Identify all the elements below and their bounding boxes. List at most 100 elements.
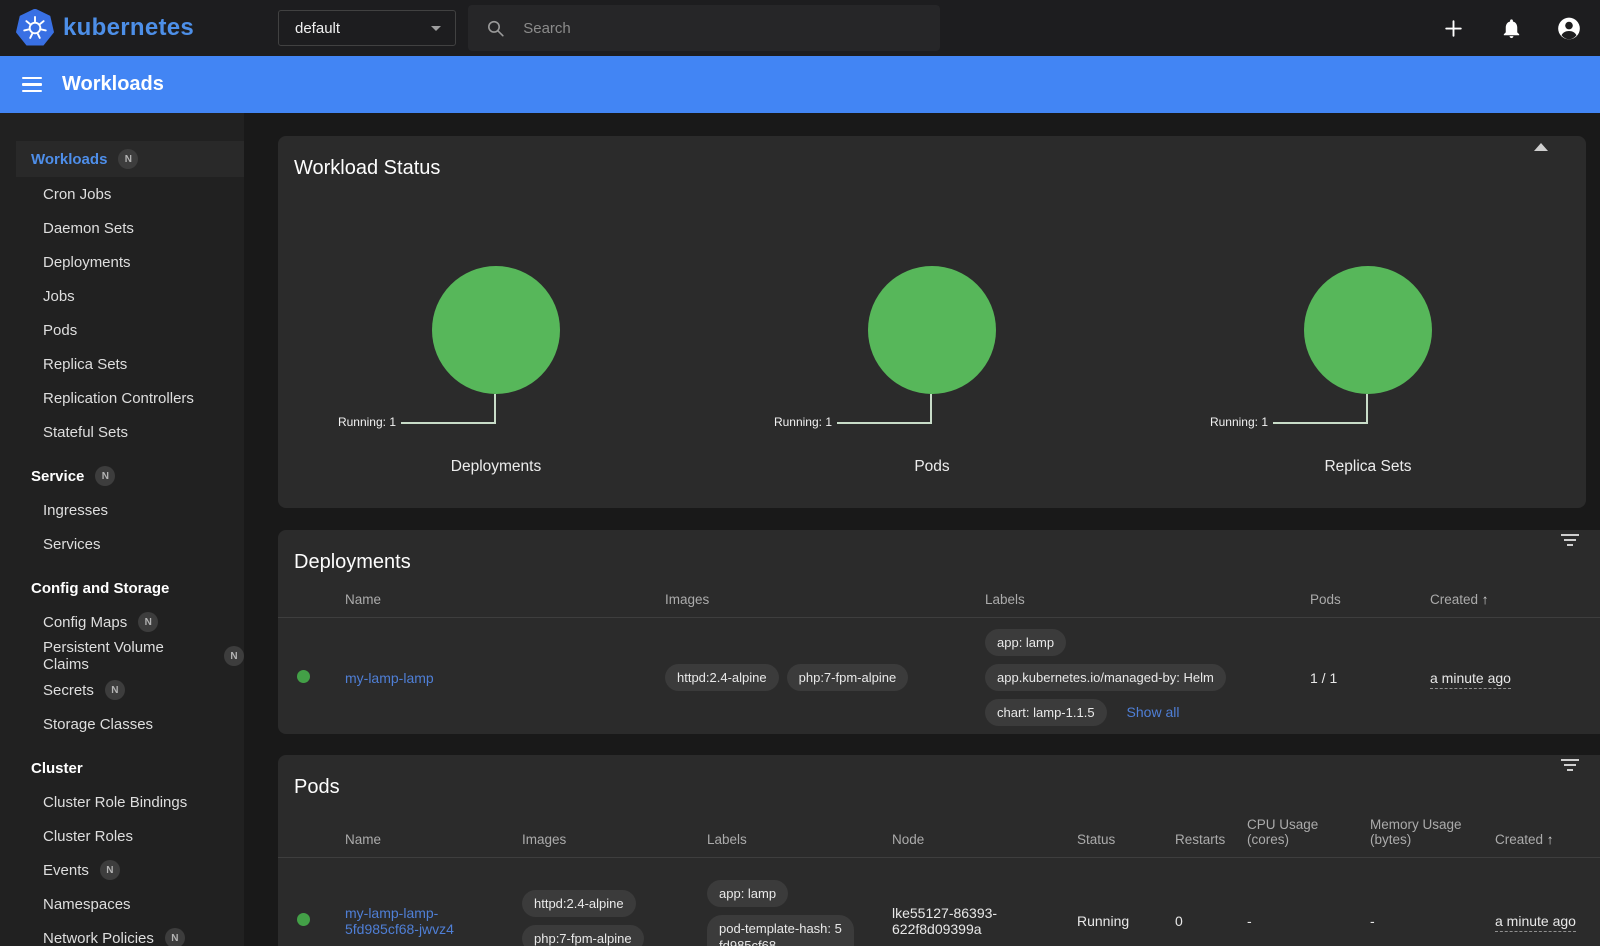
deployments-table-header: NameImagesLabelsPodsCreated ↑ xyxy=(278,586,1600,618)
sidebar-item-cluster-roles[interactable]: Cluster Roles xyxy=(0,819,244,853)
status-cell: Running xyxy=(1062,858,1160,946)
sidebar-item-label: Cluster Role Bindings xyxy=(43,794,187,811)
cpu-usage-cell: - xyxy=(1232,858,1355,946)
sidebar-item-label: Workloads xyxy=(31,151,107,168)
node-cell: lke55127-86393-622f8d09399a xyxy=(877,858,1062,946)
images-cell: httpd:2.4-alpinephp:7-fpm-alpine xyxy=(507,858,692,946)
account-button[interactable] xyxy=(1556,15,1582,41)
sidebar-item-services[interactable]: Services xyxy=(0,527,244,561)
chart-annotation-label: Running: 1 xyxy=(1210,415,1268,429)
main-content: Workload Status Running: 1Deployments Run… xyxy=(244,113,1600,946)
pod-name-link[interactable]: my-lamp-lamp-5fd985cf68-jwvz4 xyxy=(345,905,454,937)
search-icon xyxy=(486,18,505,39)
sidebar-item-label: Events xyxy=(43,862,89,879)
column-header-created[interactable]: Created ↑ xyxy=(1480,811,1600,858)
sidebar-item-network-policies[interactable]: Network PoliciesN xyxy=(0,921,244,946)
created-cell: a minute ago xyxy=(1415,618,1600,738)
workload-chart-deployments: Running: 1Deployments xyxy=(278,266,714,476)
filter-icon xyxy=(1561,759,1579,761)
sidebar-item-stateful-sets[interactable]: Stateful Sets xyxy=(0,415,244,449)
sidebar-item-secrets[interactable]: SecretsN xyxy=(0,673,244,707)
column-header-name[interactable]: Name xyxy=(330,586,650,618)
sidebar-item-pods[interactable]: Pods xyxy=(0,313,244,347)
new-badge: N xyxy=(224,646,244,666)
column-header-labels[interactable]: Labels xyxy=(692,811,877,858)
pie-chart xyxy=(868,266,996,394)
sidebar-item-label: Cron Jobs xyxy=(43,186,111,203)
sidebar-item-replica-sets[interactable]: Replica Sets xyxy=(0,347,244,381)
sidebar-item-events[interactable]: Events N xyxy=(0,853,244,887)
brand-name: kubernetes xyxy=(63,14,194,42)
sidebar-item-cluster[interactable]: Cluster xyxy=(0,751,244,785)
bell-icon xyxy=(1500,17,1523,40)
column-header-memory-usage-bytes[interactable]: Memory Usage (bytes) xyxy=(1355,811,1480,858)
label-chip: httpd:2.4-alpine xyxy=(665,664,779,691)
pie-chart xyxy=(432,266,560,394)
column-header-labels[interactable]: Labels xyxy=(970,586,1295,618)
workload-status-card: Workload Status Running: 1Deployments Run… xyxy=(278,136,1586,508)
chart-annotation: Running: 1 xyxy=(1150,394,1586,424)
sidebar-item-daemon-sets[interactable]: Daemon Sets xyxy=(0,211,244,245)
workload-status-title: Workload Status xyxy=(294,157,440,179)
column-header-created[interactable]: Created ↑ xyxy=(1415,586,1600,618)
search-input[interactable] xyxy=(523,20,924,37)
collapse-card-button[interactable] xyxy=(1534,143,1548,151)
notifications-button[interactable] xyxy=(1498,15,1524,41)
sidebar-item-jobs[interactable]: Jobs xyxy=(0,279,244,313)
filter-button[interactable] xyxy=(1560,534,1580,549)
workload-chart-replica-sets: Running: 1 Replica Sets xyxy=(1150,266,1586,476)
pods-title: Pods xyxy=(294,776,340,798)
leader-line xyxy=(837,394,932,424)
chart-annotation-label: Running: 1 xyxy=(774,415,832,429)
sidebar-item-config-and-storage[interactable]: Config and Storage xyxy=(0,571,244,605)
column-header-status[interactable]: Status xyxy=(1062,811,1160,858)
namespace-select[interactable]: default xyxy=(278,10,456,46)
sidebar-item-storage-classes[interactable]: Storage Classes xyxy=(0,707,244,741)
sidebar-item-workloads[interactable]: WorkloadsN xyxy=(16,141,244,177)
sidebar-item-ingresses[interactable]: Ingresses xyxy=(0,493,244,527)
column-header-name[interactable]: Name xyxy=(330,811,507,858)
topbar-actions xyxy=(1440,0,1582,56)
new-badge: N xyxy=(100,860,120,880)
sidebar-item-replication-controllers[interactable]: Replication Controllers xyxy=(0,381,244,415)
top-app-bar: kubernetes default xyxy=(0,0,1600,56)
column-header-images[interactable]: Images xyxy=(507,811,692,858)
label-chip: chart: lamp-1.1.5 xyxy=(985,699,1107,726)
column-header-node[interactable]: Node xyxy=(877,811,1062,858)
sidebar-item-config-maps[interactable]: Config MapsN xyxy=(0,605,244,639)
leader-line xyxy=(401,394,496,424)
column-header-images[interactable]: Images xyxy=(650,586,970,618)
deployment-name-cell: my-lamp-lamp xyxy=(330,618,650,738)
column-header-restarts[interactable]: Restarts xyxy=(1160,811,1232,858)
page-app-bar: Workloads xyxy=(0,56,1600,113)
column-header-cpu-usage-cores[interactable]: CPU Usage (cores) xyxy=(1232,811,1355,858)
sidebar-item-namespaces[interactable]: Namespaces xyxy=(0,887,244,921)
leader-line xyxy=(1273,394,1368,424)
show-all-link[interactable]: Show all xyxy=(1127,704,1180,720)
label-line: app.kubernetes.io/managed-by: Helm xyxy=(985,661,1280,694)
column-header-pods[interactable]: Pods xyxy=(1295,586,1415,618)
create-button[interactable] xyxy=(1440,15,1466,41)
sidebar-item-label: Pods xyxy=(43,322,77,339)
filter-button[interactable] xyxy=(1560,759,1580,774)
sidebar-item-label: Config and Storage xyxy=(31,580,169,597)
filter-icon xyxy=(1561,534,1579,536)
sidebar-item-cluster-role-bindings[interactable]: Cluster Role Bindings xyxy=(0,785,244,819)
running-status-dot xyxy=(297,913,310,926)
sidebar-item-service[interactable]: ServiceN xyxy=(0,459,244,493)
sidebar-item-label: Services xyxy=(43,536,101,553)
sidebar-item-label: Replication Controllers xyxy=(43,390,194,407)
pods-count-cell: 1 / 1 xyxy=(1295,618,1415,738)
chart-title: Replica Sets xyxy=(1150,458,1586,476)
sidebar-item-cron-jobs[interactable]: Cron Jobs xyxy=(0,177,244,211)
sidebar-item-label: Deployments xyxy=(43,254,131,271)
deployment-name-link[interactable]: my-lamp-lamp xyxy=(345,670,434,686)
namespace-value: default xyxy=(295,20,340,37)
sidebar-item-persistent-volume-claims[interactable]: Persistent Volume ClaimsN xyxy=(0,639,244,673)
menu-button[interactable] xyxy=(22,73,42,96)
sidebar-item-deployments[interactable]: Deployments xyxy=(0,245,244,279)
sidebar-item-label: Namespaces xyxy=(43,896,131,913)
running-status-dot xyxy=(297,670,310,683)
kubernetes-logo-icon xyxy=(16,9,54,47)
sidebar-item-label: Storage Classes xyxy=(43,716,153,733)
